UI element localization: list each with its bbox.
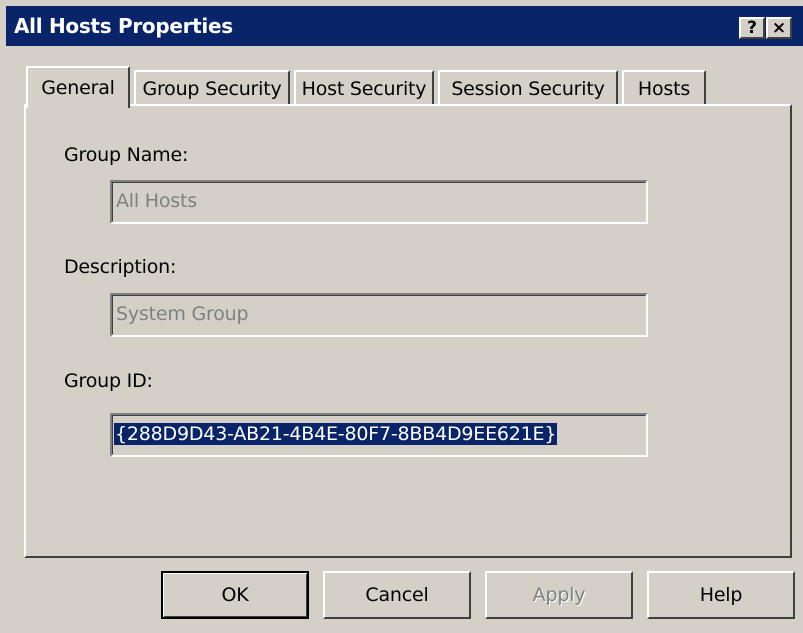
close-icon-button[interactable]: × (766, 17, 792, 39)
group-name-field[interactable]: All Hosts (110, 180, 648, 224)
cancel-button[interactable]: Cancel (323, 571, 471, 619)
group-name-value: All Hosts (116, 190, 197, 212)
general-tab-panel: Group Name: All Hosts Description: Syste… (24, 104, 792, 558)
description-label: Description: (64, 256, 177, 278)
tab-general[interactable]: General (26, 66, 130, 108)
tab-group-security[interactable]: Group Security (134, 70, 290, 106)
help-icon-button[interactable]: ? (739, 17, 765, 39)
group-id-value[interactable]: {288D9D43-AB21-4B4E-80F7-8BB4D9EE621E} (114, 423, 558, 445)
group-id-label: Group ID: (64, 370, 153, 392)
title-bar[interactable]: All Hosts Properties ? × (6, 6, 803, 46)
tab-session-security[interactable]: Session Security (438, 70, 618, 106)
group-name-label: Group Name: (64, 144, 189, 166)
ok-button[interactable]: OK (161, 571, 309, 619)
window-title: All Hosts Properties (14, 14, 233, 38)
help-button[interactable]: Help (647, 571, 795, 619)
tab-host-security[interactable]: Host Security (294, 70, 434, 106)
apply-button[interactable]: Apply (485, 571, 633, 619)
group-id-field[interactable]: {288D9D43-AB21-4B4E-80F7-8BB4D9EE621E} (110, 413, 648, 457)
tab-hosts[interactable]: Hosts (622, 70, 706, 106)
properties-dialog: All Hosts Properties ? × General Group S… (0, 0, 803, 633)
description-field[interactable]: System Group (110, 293, 648, 337)
description-value: System Group (116, 303, 249, 325)
